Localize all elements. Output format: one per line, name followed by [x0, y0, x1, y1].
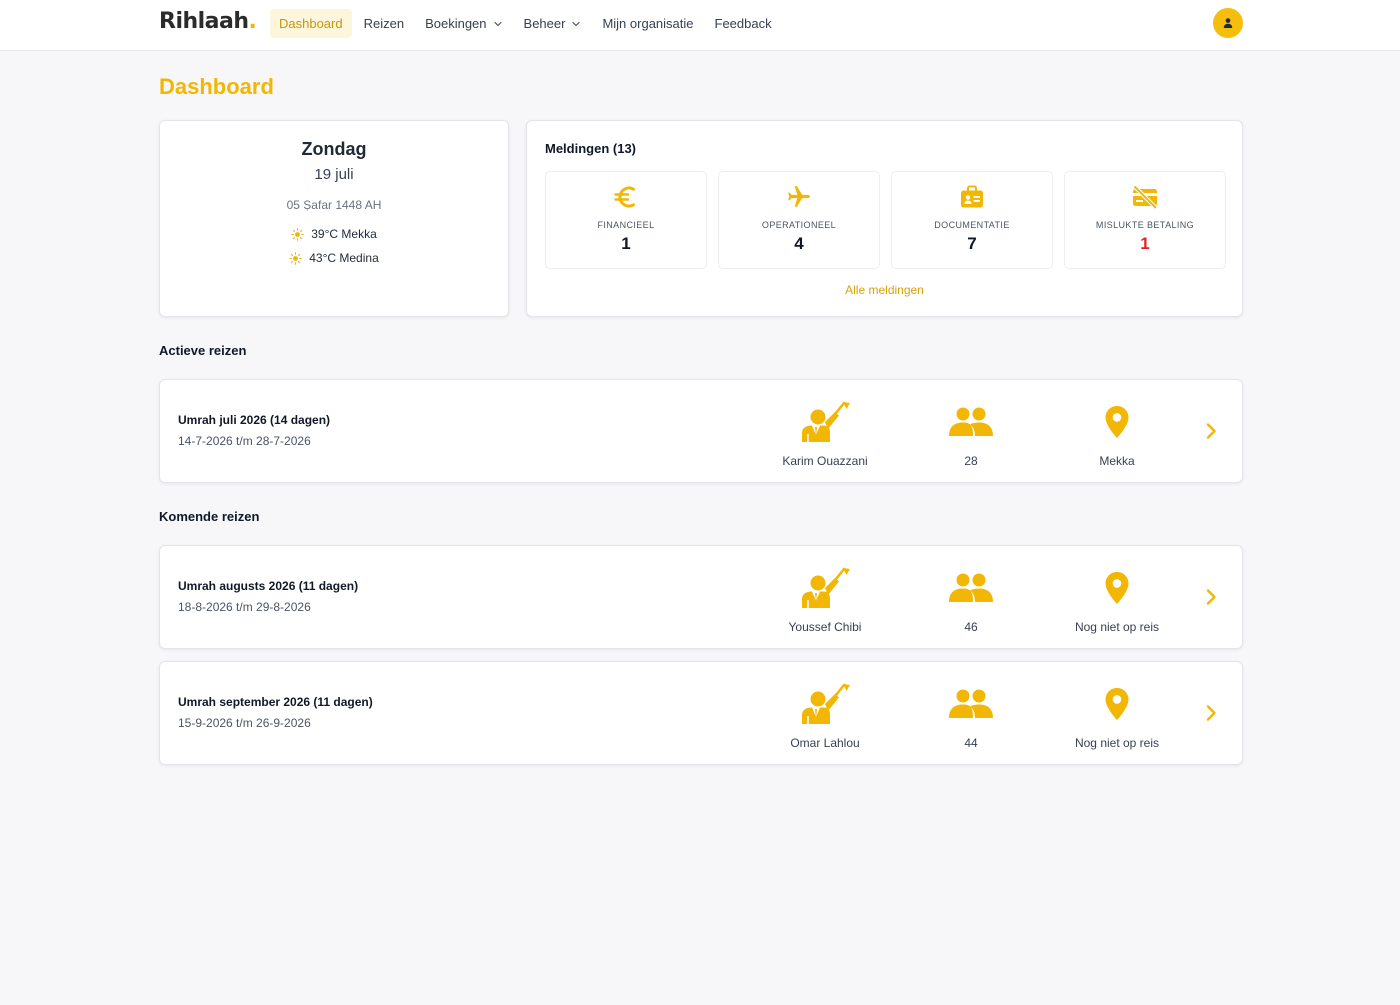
chevron-right-icon[interactable]: [1201, 703, 1221, 723]
trip-guide: Karim Ouazzani: [750, 401, 900, 468]
nav-item-label: Feedback: [714, 16, 772, 31]
top-navigation-bar: Rihlaah. Dashboard Reizen Boekingen Behe…: [0, 0, 1400, 51]
nav-item-reizen[interactable]: Reizen: [355, 9, 413, 38]
card-off-icon: [1133, 185, 1158, 210]
notification-financieel[interactable]: FINANCIEEL 1: [545, 171, 707, 269]
trip-participants: 46: [896, 568, 1046, 634]
guide-name: Omar Lahlou: [790, 736, 860, 750]
nav-item-feedback[interactable]: Feedback: [706, 9, 781, 38]
euro-icon: [614, 186, 635, 208]
notification-operationeel[interactable]: OPERATIONEEL 4: [718, 171, 880, 269]
trip-name: Umrah juli 2026 (14 dagen): [178, 413, 331, 427]
main-nav: Dashboard Reizen Boekingen Beheer Mijn o…: [270, 9, 784, 38]
notification-mislukte-betaling[interactable]: MISLUKTE BETALING 1: [1064, 171, 1226, 269]
airplane-icon: [788, 186, 810, 207]
tour-guide-icon: [802, 401, 850, 442]
page-title: Dashboard: [159, 74, 274, 99]
notification-documentatie[interactable]: DOCUMENTATIE 7: [891, 171, 1053, 269]
map-pin-icon: [1105, 406, 1129, 438]
nav-item-label: Dashboard: [279, 16, 343, 31]
people-group-icon: [949, 407, 993, 436]
hijri-date: 05 Ṣafar 1448 AH: [286, 198, 382, 212]
weather-row: 43°C Medina: [160, 251, 508, 265]
trip-card[interactable]: Umrah juli 2026 (14 dagen) 14-7-2026 t/m…: [159, 379, 1243, 483]
nav-item-mijn-organisatie[interactable]: Mijn organisatie: [593, 9, 702, 38]
weekday: Zondag: [301, 139, 367, 159]
notification-count: 4: [794, 234, 804, 253]
notification-label: OPERATIONEEL: [761, 220, 837, 230]
trip-location: Nog niet op reis: [1042, 684, 1192, 750]
participant-count: 28: [964, 454, 978, 468]
trip-location: Mekka: [1042, 402, 1192, 468]
weather-text: 43°C Medina: [309, 251, 379, 265]
brand-logo[interactable]: Rihlaah.: [159, 9, 257, 34]
nav-item-label: Beheer: [523, 16, 566, 31]
sun-icon: [291, 227, 305, 241]
people-group-icon: [949, 573, 993, 602]
participant-count: 46: [964, 620, 978, 634]
trip-name: Umrah augusts 2026 (11 dagen): [178, 579, 359, 593]
people-group-icon: [949, 689, 993, 718]
id-badge-icon: [961, 185, 983, 208]
nav-item-label: Reizen: [363, 16, 405, 31]
notification-label: DOCUMENTATIE: [934, 220, 1010, 230]
chevron-right-icon[interactable]: [1201, 587, 1221, 607]
guide-name: Youssef Chibi: [788, 620, 862, 634]
notification-label: MISLUKTE BETALING: [1095, 220, 1195, 230]
brand-name: Rihlaah: [159, 9, 249, 34]
section-title-upcoming-trips: Komende reizen: [159, 509, 260, 524]
trip-card[interactable]: Umrah augusts 2026 (11 dagen) 18-8-2026 …: [159, 545, 1243, 649]
today-card: Zondag 19 juli 05 Ṣafar 1448 AH 39°C Mek…: [159, 120, 509, 317]
section-title-active-trips: Actieve reizen: [159, 343, 247, 358]
trip-guide: Youssef Chibi: [750, 567, 900, 634]
nav-item-dashboard[interactable]: Dashboard: [270, 9, 352, 38]
trip-dates: 18-8-2026 t/m 29-8-2026: [178, 600, 311, 614]
trip-participants: 28: [896, 402, 1046, 468]
trip-card[interactable]: Umrah september 2026 (11 dagen) 15-9-202…: [159, 661, 1243, 765]
sun-icon: [289, 251, 303, 265]
participant-count: 44: [964, 736, 978, 750]
location-text: Mekka: [1099, 454, 1135, 468]
notification-count: 1: [621, 234, 631, 253]
trip-dates: 15-9-2026 t/m 26-9-2026: [178, 716, 311, 730]
map-pin-icon: [1105, 688, 1129, 720]
notification-count: 7: [967, 234, 977, 253]
all-notifications-link[interactable]: Alle meldingen: [527, 283, 1242, 297]
nav-item-beheer[interactable]: Beheer: [515, 9, 591, 38]
notification-count: 1: [1140, 234, 1150, 253]
chevron-right-icon[interactable]: [1201, 421, 1221, 441]
weather-text: 39°C Mekka: [311, 227, 377, 241]
tour-guide-icon: [802, 683, 850, 724]
brand-dot: .: [248, 9, 257, 34]
nav-item-boekingen[interactable]: Boekingen: [416, 9, 511, 38]
trip-participants: 44: [896, 684, 1046, 750]
user-avatar-button[interactable]: [1213, 8, 1243, 38]
trip-name: Umrah september 2026 (11 dagen): [178, 695, 373, 709]
user-icon: [1223, 18, 1233, 28]
nav-item-label: Boekingen: [425, 16, 487, 31]
map-pin-icon: [1105, 572, 1129, 604]
weather-row: 39°C Mekka: [160, 227, 508, 241]
trip-dates: 14-7-2026 t/m 28-7-2026: [178, 434, 311, 448]
tour-guide-icon: [802, 567, 850, 608]
notification-label: FINANCIEEL: [597, 220, 655, 230]
nav-item-label: Mijn organisatie: [602, 16, 694, 31]
location-text: Nog niet op reis: [1074, 620, 1160, 634]
trip-location: Nog niet op reis: [1042, 568, 1192, 634]
location-text: Nog niet op reis: [1074, 736, 1160, 750]
guide-name: Karim Ouazzani: [782, 454, 868, 468]
chevron-down-icon: [572, 21, 581, 26]
trip-guide: Omar Lahlou: [750, 683, 900, 750]
chevron-down-icon: [493, 21, 502, 26]
gregorian-date: 19 juli: [314, 166, 354, 183]
notifications-card: Meldingen (13) FINANCIEEL 1 OPERATIONEEL…: [526, 120, 1243, 317]
notifications-title: Meldingen (13): [545, 141, 637, 156]
